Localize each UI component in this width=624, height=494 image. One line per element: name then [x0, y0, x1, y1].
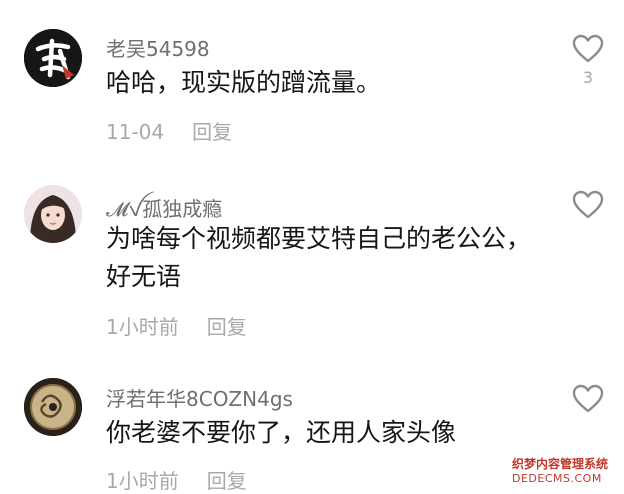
reply-button[interactable]: 回复: [192, 120, 232, 144]
comment-text: 为啥每个视频都要艾特自己的老公公，好无语: [106, 224, 532, 291]
heart-icon: [572, 190, 604, 219]
comment-time: 1小时前: [106, 315, 179, 339]
comment-meta: 1小时前 回复: [106, 311, 247, 340]
watermark-line2: DEDECMS.COM: [512, 472, 602, 485]
like-button[interactable]: [570, 190, 606, 224]
avatar[interactable]: [24, 185, 82, 243]
comment-meta: 1小时前 回复: [106, 465, 247, 494]
username[interactable]: 老吴54598: [106, 33, 210, 62]
comment-time: 1小时前: [106, 469, 179, 493]
comment-text: 你老婆不要你了，还用人家头像: [106, 418, 457, 447]
jade-disc-avatar-icon: [24, 378, 82, 436]
avatar[interactable]: [24, 378, 82, 436]
heart-icon: [572, 384, 604, 413]
watermark-line1: 织梦内容管理系统: [512, 457, 609, 471]
comment-text: 哈哈，现实版的蹭流量。: [106, 68, 382, 97]
reply-button[interactable]: 回复: [207, 315, 247, 339]
comment-time: 11-04: [106, 120, 165, 144]
person-avatar-icon: [24, 185, 82, 243]
comment-meta: 11-04 回复: [106, 116, 232, 145]
calligraphy-avatar-icon: [24, 29, 82, 87]
reply-button[interactable]: 回复: [207, 469, 247, 493]
username[interactable]: 浮若年华8COZN4gs: [106, 383, 293, 412]
like-button[interactable]: [570, 384, 606, 418]
watermark: 织梦内容管理系统 DEDECMS.COM: [512, 455, 618, 485]
like-count: 3: [582, 68, 594, 87]
like-button[interactable]: 3: [570, 34, 606, 87]
heart-icon: [572, 34, 604, 63]
avatar[interactable]: [24, 29, 82, 87]
